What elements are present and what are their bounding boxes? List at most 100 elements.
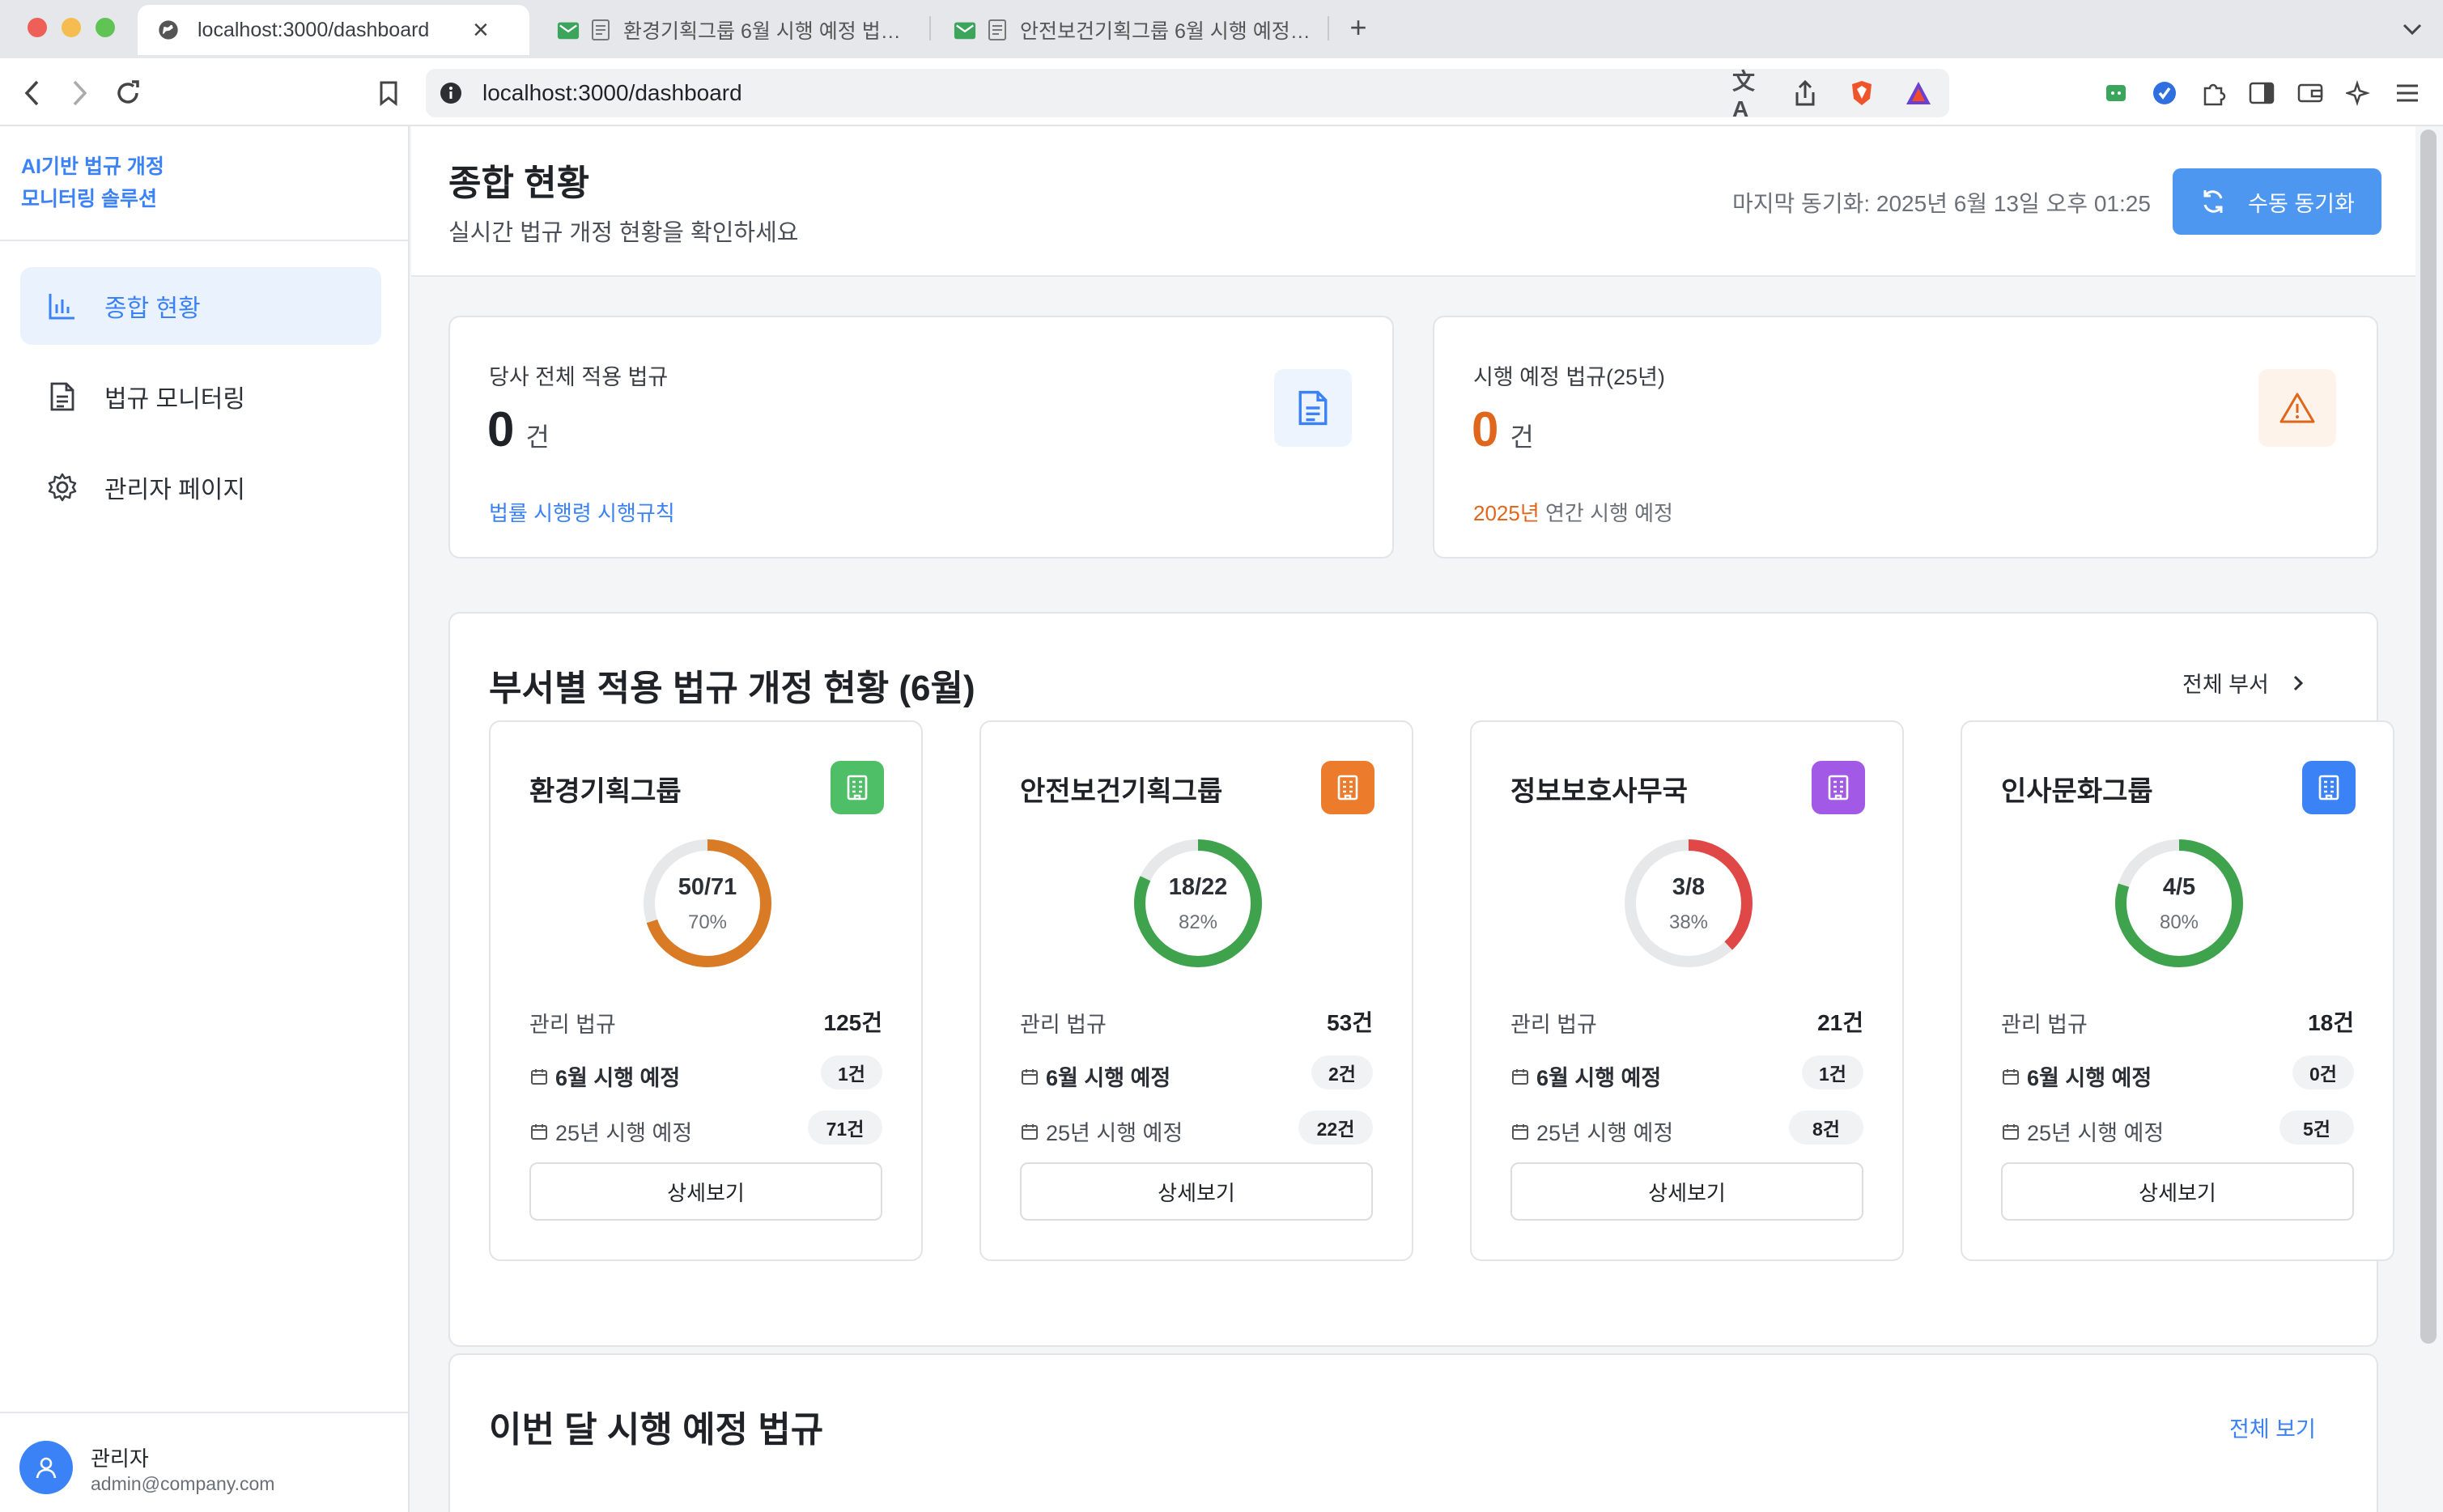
- section-title: 이번 달 시행 예정 법규: [489, 1410, 824, 1450]
- tab-separator: [1328, 16, 1329, 40]
- tab-list-chevron-down-icon[interactable]: [2396, 13, 2428, 45]
- stat-unit: 건: [525, 423, 550, 452]
- june-scheduled-badge: 0건: [2292, 1055, 2354, 1089]
- progress-donut: 3/8 38%: [1622, 837, 1755, 970]
- window-close-button[interactable]: [28, 18, 47, 37]
- sidebar-item-overview[interactable]: 종합 현황: [20, 267, 381, 345]
- department-name: 환경기획그룹: [529, 776, 682, 807]
- sidebar-toggle-icon[interactable]: [2245, 77, 2278, 109]
- tab-title: localhost:3000/dashboard: [198, 18, 430, 41]
- tab-close-icon[interactable]: ×: [473, 15, 489, 46]
- tab-title: 환경기획그룹 6월 시행 예정 법규 안내: [623, 20, 915, 43]
- reload-icon[interactable]: [112, 77, 144, 109]
- new-tab-plus-icon[interactable]: +: [1342, 11, 1374, 44]
- wallet-icon[interactable]: [2294, 77, 2326, 109]
- department-card: 환경기획그룹 50/71 70% 관리 법규 125건 6월 시행 예정 1건 …: [489, 720, 923, 1261]
- brand-logo-text[interactable]: AI기반 법규 개정 모니터링 솔루션: [21, 151, 164, 215]
- detail-button[interactable]: 상세보기: [2001, 1162, 2354, 1221]
- calendar-icon: [2001, 1067, 2020, 1086]
- june-scheduled-label: 6월 시행 예정: [2001, 1060, 2152, 1092]
- view-all-link[interactable]: 전체 보기: [2229, 1412, 2316, 1443]
- sidebar-item-label: 법규 모니터링: [104, 386, 245, 413]
- stat-footer-text: 연간 시행 예정: [1545, 501, 1673, 525]
- address-bar[interactable]: localhost:3000/dashboard: [426, 69, 1949, 117]
- rewards-triangle-icon[interactable]: [1902, 77, 1935, 109]
- stat-value: 0: [1472, 402, 1499, 457]
- calendar-icon: [1510, 1122, 1530, 1141]
- sidebar-item-label: 관리자 페이지: [104, 477, 245, 503]
- window-maximize-button[interactable]: [96, 18, 115, 37]
- calendar-icon: [2001, 1122, 2020, 1141]
- globe-icon: [157, 19, 180, 41]
- stat-footer-link[interactable]: 법률 시행령 시행규칙: [489, 497, 675, 527]
- page-subtitle: 실시간 법규 개정 현황을 확인하세요: [448, 220, 799, 246]
- url-text[interactable]: localhost:3000/dashboard: [482, 80, 742, 106]
- avatar[interactable]: [19, 1441, 73, 1494]
- document-icon: [1298, 390, 1328, 426]
- stat-value-group: 0 건: [487, 401, 550, 457]
- section-title: 부서별 적용 법규 개정 현황 (6월): [489, 669, 975, 708]
- stat-icon-box: [2258, 369, 2336, 447]
- calendar-icon: [1510, 1067, 1530, 1086]
- progress-donut: 18/22 82%: [1132, 837, 1264, 970]
- building-icon: [1812, 761, 1865, 814]
- browser-tab-safety-notice[interactable]: 안전보건기획그룹 6월 시행 예정 법규: [944, 5, 1324, 55]
- manual-sync-label: 수동 동기화: [2248, 191, 2355, 216]
- progress-percent: 70%: [687, 911, 728, 933]
- warning-icon: [2279, 393, 2315, 423]
- main-content: 종합 현황 실시간 법규 개정 현황을 확인하세요 마지막 동기화: 2025년…: [411, 126, 2415, 1512]
- user-email: admin@company.com: [91, 1473, 275, 1494]
- brave-shield-icon[interactable]: [1846, 77, 1878, 109]
- leo-ai-sparkle-icon[interactable]: [2343, 77, 2375, 109]
- share-icon[interactable]: [1789, 77, 1821, 109]
- sidebar-item-admin[interactable]: 관리자 페이지: [20, 448, 381, 526]
- calendar-icon: [529, 1122, 549, 1141]
- year-scheduled-badge: 22건: [1298, 1111, 1373, 1145]
- tab-separator: [929, 16, 931, 40]
- forward-arrow-icon[interactable]: [63, 77, 96, 109]
- building-icon: [831, 761, 884, 814]
- bookmark-icon[interactable]: [372, 77, 405, 109]
- brand-line-1: AI기반 법규 개정: [21, 155, 164, 178]
- june-scheduled-badge: 1건: [821, 1055, 882, 1089]
- detail-button[interactable]: 상세보기: [1510, 1162, 1863, 1221]
- window-minimize-button[interactable]: [62, 18, 81, 37]
- browser-tab-dashboard[interactable]: localhost:3000/dashboard ×: [138, 5, 529, 55]
- detail-button[interactable]: 상세보기: [529, 1162, 882, 1221]
- stat-label: 시행 예정 법규(25년): [1473, 365, 1665, 389]
- page-header: 종합 현황 실시간 법규 개정 현황을 확인하세요 마지막 동기화: 2025년…: [411, 126, 2415, 277]
- browser-tab-env-notice[interactable]: 환경기획그룹 6월 시행 예정 법규 안내: [546, 5, 926, 55]
- manual-sync-button[interactable]: 수동 동기화: [2173, 168, 2381, 235]
- back-arrow-icon[interactable]: [16, 77, 49, 109]
- year-scheduled-badge: 8건: [1789, 1111, 1863, 1145]
- department-card: 안전보건기획그룹 18/22 82% 관리 법규 53건 6월 시행 예정 2건…: [979, 720, 1413, 1261]
- detail-button[interactable]: 상세보기: [1020, 1162, 1373, 1221]
- document-icon: [46, 380, 79, 413]
- extension-chat-icon[interactable]: [2100, 77, 2132, 109]
- page-icon: [986, 19, 1009, 41]
- bar-chart-icon: [46, 290, 79, 322]
- stat-card-total-laws: 당사 전체 적용 법규 0 건 법률 시행령 시행규칙: [448, 316, 1394, 559]
- menu-hamburger-icon[interactable]: [2391, 77, 2424, 109]
- sidebar-item-monitoring[interactable]: 법규 모니터링: [20, 358, 381, 435]
- user-name: 관리자: [91, 1446, 149, 1471]
- managed-laws-label: 관리 법규: [1510, 1013, 1597, 1037]
- progress-percent: 82%: [1178, 911, 1218, 933]
- department-name: 정보보호사무국: [1510, 776, 1688, 807]
- stat-value-group: 0 건: [1472, 401, 1534, 457]
- managed-laws-count: 21건: [1817, 1010, 1863, 1035]
- site-info-icon[interactable]: [439, 81, 463, 105]
- tab-title: 안전보건기획그룹 6월 시행 예정 법규: [1020, 20, 1311, 43]
- year-scheduled-label: 25년 시행 예정: [1510, 1115, 1673, 1147]
- translate-icon[interactable]: 文A: [1732, 69, 1765, 121]
- department-card: 인사문화그룹 4/5 80% 관리 법규 18건 6월 시행 예정 0건 25년…: [1961, 720, 2394, 1261]
- extensions-puzzle-icon[interactable]: [2197, 77, 2229, 109]
- user-icon: [36, 1457, 57, 1479]
- all-departments-link[interactable]: 전체 부서: [2182, 667, 2305, 699]
- department-section: 부서별 적용 법규 개정 현황 (6월) 전체 부서 환경기획그룹 50/71 …: [448, 612, 2394, 1347]
- brand-line-2: 모니터링 솔루션: [21, 188, 157, 210]
- extension-check-icon[interactable]: [2148, 77, 2181, 109]
- page-scrollbar[interactable]: [2420, 130, 2437, 1344]
- june-scheduled-label: 6월 시행 예정: [1020, 1060, 1171, 1092]
- department-name: 안전보건기획그룹: [1020, 776, 1223, 807]
